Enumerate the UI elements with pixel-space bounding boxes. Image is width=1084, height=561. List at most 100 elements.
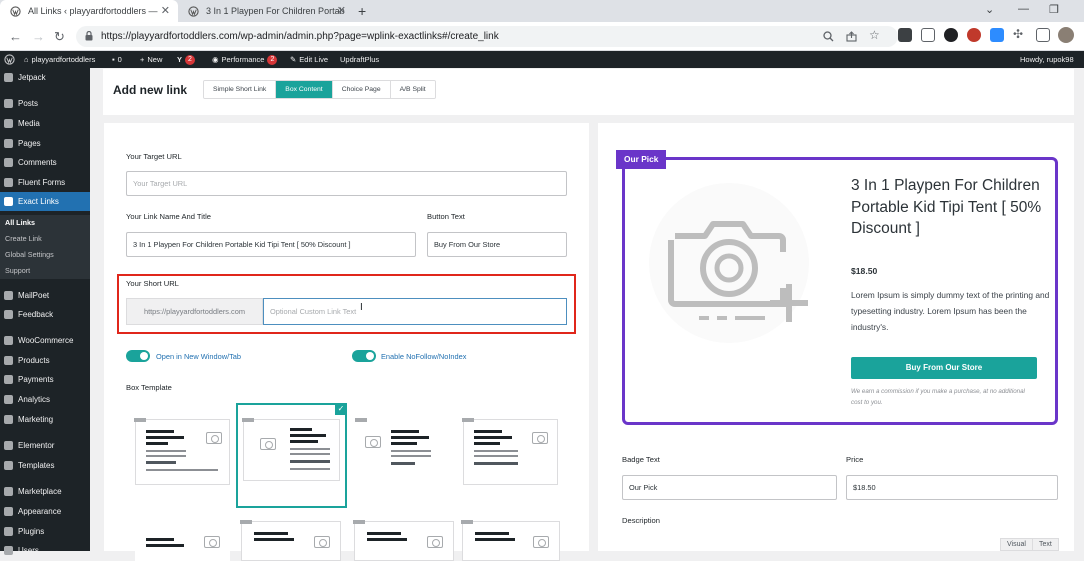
edit-live-link[interactable]: ✎ Edit Live — [290, 51, 328, 68]
minimize-icon[interactable]: — — [1018, 3, 1029, 15]
chevron-down-icon[interactable]: ⌄ — [985, 3, 994, 16]
sidebar-item-pages[interactable]: Pages — [0, 134, 90, 152]
submenu-global-settings[interactable]: Global Settings — [0, 247, 90, 263]
wordpress-logo-icon[interactable] — [4, 51, 15, 68]
visual-tab[interactable]: Visual — [1000, 538, 1033, 551]
target-url-input[interactable]: Your Target URL — [126, 171, 567, 196]
button-text-input[interactable]: Buy From Our Store — [427, 232, 567, 257]
camera-icon — [204, 536, 220, 548]
address-bar[interactable]: https://playyardfortoddlers.com/wp-admin… — [76, 26, 898, 47]
submenu-all-links[interactable]: All Links — [0, 215, 90, 231]
box-template-option[interactable] — [134, 418, 230, 485]
box-template-option[interactable] — [461, 520, 560, 561]
sidebar-item-woocommerce[interactable]: WooCommerce — [0, 331, 90, 349]
template-line — [391, 442, 417, 445]
sidebar-item-jetpack[interactable]: Jetpack — [0, 68, 90, 86]
new-window-toggle[interactable] — [126, 350, 150, 362]
sidebar-item-elementor[interactable]: Elementor — [0, 436, 90, 454]
zoom-extension-icon[interactable] — [990, 28, 1004, 42]
box-template-option[interactable] — [240, 520, 341, 561]
bookmark-star-icon[interactable]: ☆ — [869, 28, 880, 42]
comments-link[interactable]: ▪ 0 — [112, 51, 122, 68]
tab-ab-split[interactable]: A/B Split — [390, 81, 435, 98]
reload-icon[interactable]: ↻ — [54, 29, 65, 45]
extension-icon[interactable] — [921, 28, 935, 42]
performance-label: Performance — [221, 55, 265, 64]
share-icon[interactable] — [846, 31, 857, 42]
maximize-icon[interactable]: ❐ — [1049, 3, 1059, 16]
sidebar-item-mailpoet[interactable]: MailPoet — [0, 286, 90, 304]
puzzle-extensions-icon[interactable]: ✣ — [1013, 27, 1023, 41]
sidebar-item-label: Plugins — [18, 526, 45, 536]
sidebar-item-fluent-forms[interactable]: Fluent Forms — [0, 173, 90, 191]
new-window-label: Open in New Window/Tab — [156, 352, 242, 361]
sidebar-item-label: Payments — [18, 374, 54, 384]
browser-tab-title: 3 In 1 Playpen For Children Portab — [206, 6, 345, 16]
template-button — [474, 462, 518, 465]
sidebar-item-media[interactable]: Media — [0, 114, 90, 132]
extension-icon[interactable] — [944, 28, 958, 42]
sidebar-item-marketplace[interactable]: Marketplace — [0, 482, 90, 500]
box-template-option[interactable] — [135, 521, 230, 561]
tab-simple-short-link[interactable]: Simple Short Link — [204, 81, 277, 98]
sidebar-item-payments[interactable]: Payments — [0, 370, 90, 388]
box-template-option[interactable] — [353, 520, 454, 561]
box-template-option-selected[interactable]: ✓ — [236, 403, 347, 508]
jetpack-icon — [4, 72, 13, 82]
template-line — [474, 455, 518, 457]
sidebar-item-plugins[interactable]: Plugins — [0, 522, 90, 540]
preview-buy-button[interactable]: Buy From Our Store — [851, 357, 1037, 379]
products-icon — [4, 355, 13, 365]
sidebar-item-feedback[interactable]: Feedback — [0, 305, 90, 323]
price-input[interactable]: $18.50 — [846, 475, 1058, 500]
forward-arrow-icon[interactable]: → — [32, 29, 45, 44]
nofollow-toggle[interactable] — [352, 350, 376, 362]
tab-box-content[interactable]: Box Content — [276, 81, 333, 98]
template-line — [290, 434, 326, 437]
sidebar-item-posts[interactable]: Posts — [0, 94, 90, 112]
zoom-icon[interactable] — [823, 31, 834, 42]
sidebar-item-analytics[interactable]: Analytics — [0, 390, 90, 408]
profile-avatar[interactable] — [1058, 27, 1074, 43]
site-name-link[interactable]: ⌂ playyardfortoddlers — [24, 51, 95, 68]
sidebar-item-templates[interactable]: Templates — [0, 456, 90, 474]
sidebar-item-products[interactable]: Products — [0, 351, 90, 369]
box-template-option[interactable] — [462, 418, 558, 485]
extension-icon[interactable] — [967, 28, 981, 42]
close-tab-icon[interactable]: ✕ — [337, 4, 346, 17]
close-tab-icon[interactable]: ✕ — [161, 4, 170, 17]
submenu-create-link[interactable]: Create Link — [0, 231, 90, 247]
text-tab[interactable]: Text — [1032, 538, 1059, 551]
sidebar-item-marketing[interactable]: Marketing — [0, 410, 90, 428]
yoast-link[interactable]: Y 2 — [177, 51, 195, 68]
link-name-input[interactable]: 3 In 1 Playpen For Children Portable Kid… — [126, 232, 416, 257]
forms-icon — [4, 177, 13, 187]
new-content-link[interactable]: + New — [140, 51, 162, 68]
box-template-label: Box Template — [126, 383, 172, 392]
extension-icon[interactable] — [898, 28, 912, 42]
performance-link[interactable]: ◉ Performance 2 — [212, 51, 278, 68]
back-arrow-icon[interactable]: ← — [9, 29, 22, 44]
template-line — [146, 469, 218, 471]
updraft-link[interactable]: UpdraftPlus — [340, 51, 379, 68]
sidebar-item-users[interactable]: Users — [0, 541, 90, 559]
badge-text-input[interactable]: Our Pick — [622, 475, 837, 500]
side-panel-icon[interactable] — [1036, 28, 1050, 42]
howdy-user-link[interactable]: Howdy, rupok98 — [1020, 51, 1074, 68]
browser-tab-playpen[interactable]: 3 In 1 Playpen For Children Portab ✕ — [178, 0, 354, 22]
box-template-option[interactable] — [355, 418, 451, 485]
badge-text-label: Badge Text — [622, 455, 660, 464]
sidebar-item-appearance[interactable]: Appearance — [0, 502, 90, 520]
paintbrush-icon — [4, 506, 13, 516]
custom-link-text-input[interactable]: Optional Custom Link Text — [263, 298, 567, 325]
tab-choice-page[interactable]: Choice Page — [332, 81, 391, 98]
browser-tab-all-links[interactable]: All Links ‹ playyardfortoddlers — ✕ — [0, 0, 178, 22]
submenu-support[interactable]: Support — [0, 263, 90, 279]
sidebar-item-comments[interactable]: Comments — [0, 153, 90, 171]
new-tab-plus-icon[interactable]: + — [358, 3, 366, 19]
sidebar-item-exact-links[interactable]: Exact Links — [0, 192, 90, 211]
template-line — [290, 448, 330, 450]
template-button — [146, 461, 176, 464]
marketplace-icon — [4, 486, 13, 496]
sidebar-item-label: Users — [18, 545, 39, 555]
